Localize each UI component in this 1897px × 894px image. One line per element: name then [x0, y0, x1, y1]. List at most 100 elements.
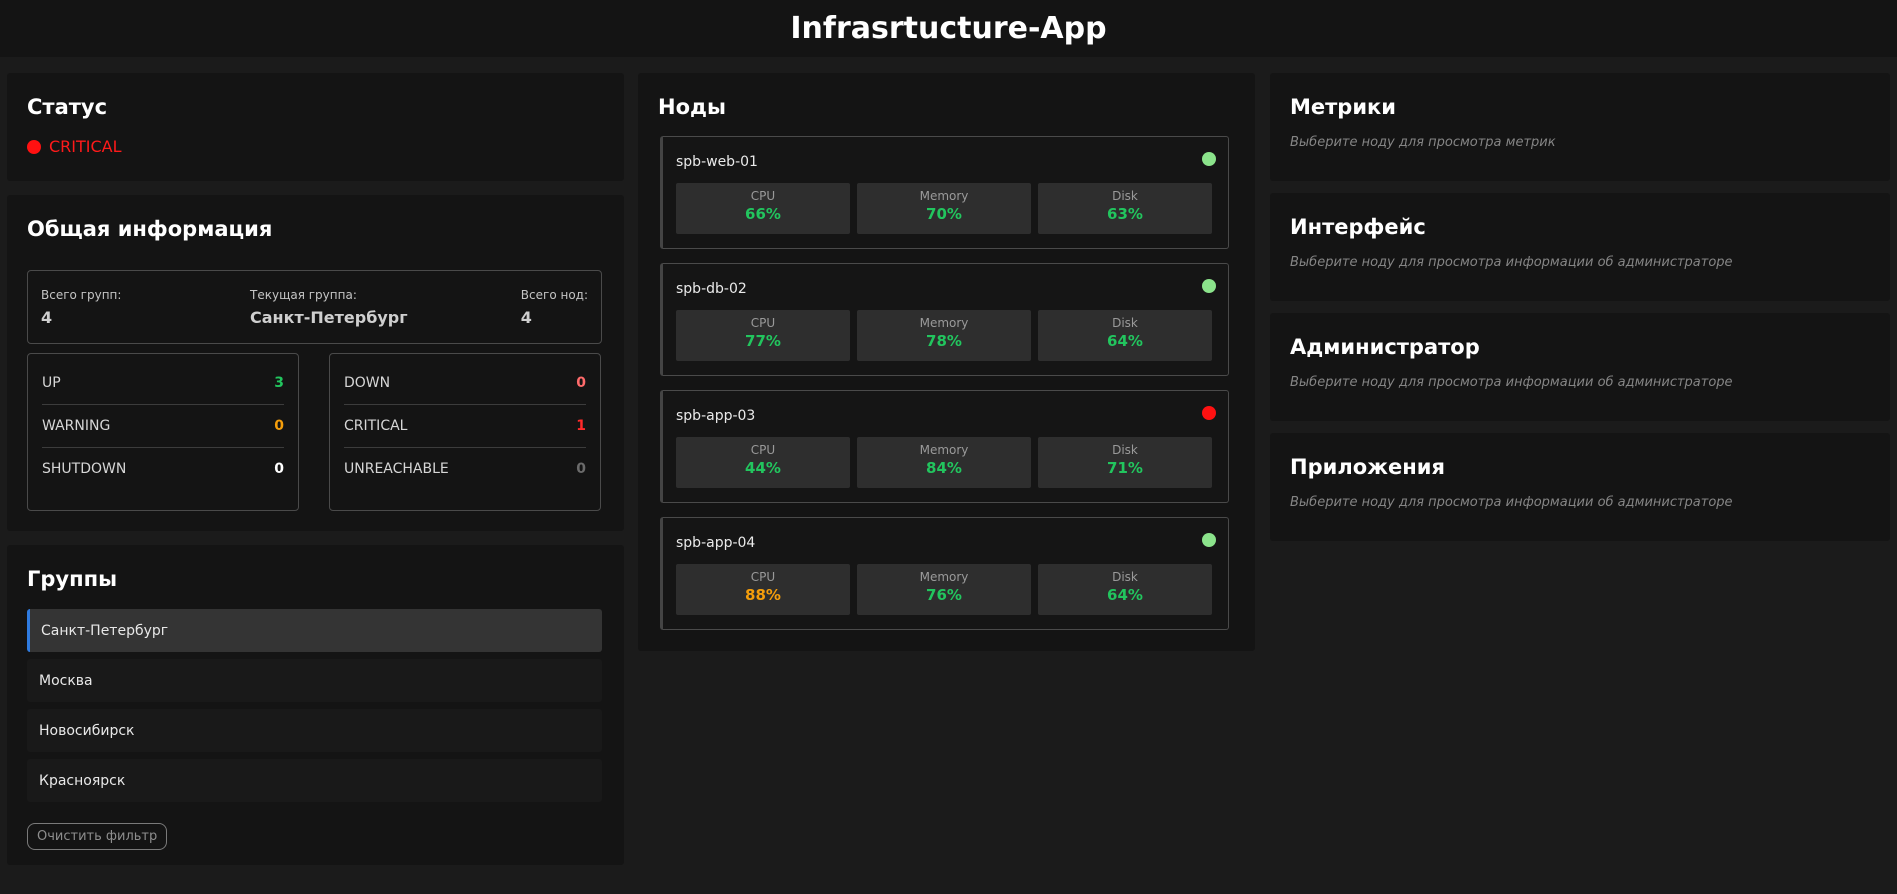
count-label: UP: [42, 375, 61, 391]
metric-cpu: CPU 44%: [676, 437, 850, 488]
metric-disk: Disk 71%: [1038, 437, 1212, 488]
metric-value: 76%: [926, 586, 962, 604]
node-card[interactable]: spb-app-03 CPU 44% Memory 84% Disk 71%: [660, 390, 1229, 503]
count-value: 0: [274, 418, 284, 434]
node-status-dot-icon: [1202, 152, 1216, 166]
status-counts-right: DOWN 0 CRITICAL 1 UNREACHABLE 0: [329, 353, 601, 511]
apps-panel: Приложения Выберите ноду для просмотра и…: [1270, 433, 1890, 541]
metric-value: 78%: [926, 332, 962, 350]
count-value: 1: [576, 418, 586, 434]
status-dot-icon: [27, 139, 41, 154]
count-row-critical: CRITICAL 1: [344, 405, 586, 448]
general-info-title: Общая информация: [27, 217, 273, 241]
metric-value: 77%: [745, 332, 781, 350]
count-label: DOWN: [344, 375, 391, 391]
group-item[interactable]: Красноярск: [27, 759, 602, 802]
metric-memory: Memory 84%: [857, 437, 1031, 488]
metric-disk: Disk 63%: [1038, 183, 1212, 234]
app-title: Infrasrtucture-App: [790, 11, 1107, 46]
nodes-panel: Ноды spb-web-01 CPU 66% Memory 70% Disk …: [638, 73, 1255, 651]
metric-cpu: CPU 66%: [676, 183, 850, 234]
node-name: spb-app-03: [676, 408, 756, 424]
node-list: spb-web-01 CPU 66% Memory 70% Disk 63% s…: [660, 136, 1229, 644]
metric-disk: Disk 64%: [1038, 310, 1212, 361]
admin-hint: Выберите ноду для просмотра информации о…: [1290, 375, 1733, 390]
count-label: WARNING: [42, 418, 111, 434]
status-indicator: CRITICAL: [27, 137, 122, 156]
metric-value: 64%: [1107, 332, 1143, 350]
metric-memory: Memory 76%: [857, 564, 1031, 615]
metric-label: Memory: [919, 443, 969, 457]
metric-label: Memory: [919, 570, 969, 584]
interface-panel: Интерфейс Выберите ноду для просмотра ин…: [1270, 193, 1890, 301]
group-item[interactable]: Москва: [27, 659, 602, 702]
total-nodes-value: 4: [520, 308, 532, 327]
metric-disk: Disk 64%: [1038, 564, 1212, 615]
metric-value: 70%: [926, 205, 962, 223]
count-row-shutdown: SHUTDOWN 0: [42, 448, 284, 490]
node-metrics: CPU 44% Memory 84% Disk 71%: [676, 437, 1212, 488]
count-value: 0: [274, 461, 284, 477]
metric-value: 88%: [745, 586, 781, 604]
node-status-dot-icon: [1202, 533, 1216, 547]
node-name: spb-app-04: [676, 535, 756, 551]
count-value: 3: [274, 375, 284, 391]
group-item[interactable]: Новосибирск: [27, 709, 602, 752]
metric-value: 84%: [926, 459, 962, 477]
metric-label: CPU: [750, 443, 776, 457]
status-value: CRITICAL: [49, 137, 122, 156]
node-status-dot-icon: [1202, 279, 1216, 293]
groups-panel: Группы Санкт-Петербург Москва Новосибирс…: [7, 545, 624, 865]
interface-title: Интерфейс: [1290, 215, 1426, 239]
node-name: spb-web-01: [676, 154, 758, 170]
status-panel: Статус CRITICAL: [7, 73, 624, 181]
metric-value: 64%: [1107, 586, 1143, 604]
count-row-down: DOWN 0: [344, 362, 586, 405]
dashboard-layout: Статус CRITICAL Общая информация Всего г…: [0, 57, 1897, 894]
admin-title: Администратор: [1290, 335, 1480, 359]
count-value: 0: [576, 375, 586, 391]
metric-label: Memory: [919, 189, 969, 203]
node-card[interactable]: spb-web-01 CPU 66% Memory 70% Disk 63%: [660, 136, 1229, 249]
status-title: Статус: [27, 95, 108, 119]
node-metrics: CPU 77% Memory 78% Disk 64%: [676, 310, 1212, 361]
count-row-unreachable: UNREACHABLE 0: [344, 448, 586, 490]
total-nodes: Всего нод: 4: [521, 288, 588, 327]
node-metrics: CPU 66% Memory 70% Disk 63%: [676, 183, 1212, 234]
metric-value: 63%: [1107, 205, 1143, 223]
metric-cpu: CPU 77%: [676, 310, 850, 361]
apps-hint: Выберите ноду для просмотра информации о…: [1290, 495, 1733, 510]
count-label: UNREACHABLE: [344, 461, 449, 477]
current-group-value: Санкт-Петербург: [250, 308, 408, 327]
metric-label: CPU: [750, 570, 776, 584]
clear-filter-button[interactable]: Очистить фильтр: [27, 823, 168, 850]
status-counts-left: UP 3 WARNING 0 SHUTDOWN 0: [27, 353, 299, 511]
metric-label: Disk: [1112, 316, 1138, 330]
metric-memory: Memory 78%: [857, 310, 1031, 361]
node-name: spb-db-02: [676, 281, 747, 297]
node-card[interactable]: spb-app-04 CPU 88% Memory 76% Disk 64%: [660, 517, 1229, 630]
count-value: 0: [576, 461, 586, 477]
nodes-title: Ноды: [658, 95, 726, 119]
metric-label: Disk: [1112, 570, 1138, 584]
metrics-title: Метрики: [1290, 95, 1397, 119]
current-group-label: Текущая группа:: [250, 288, 357, 302]
apps-title: Приложения: [1290, 455, 1445, 479]
metric-cpu: CPU 88%: [676, 564, 850, 615]
total-groups-label: Всего групп:: [41, 288, 122, 302]
metric-label: CPU: [750, 316, 776, 330]
count-label: CRITICAL: [344, 418, 408, 434]
metric-label: Memory: [919, 316, 969, 330]
metric-value: 44%: [745, 459, 781, 477]
metrics-hint: Выберите ноду для просмотра метрик: [1290, 135, 1556, 150]
metric-label: Disk: [1112, 189, 1138, 203]
node-status-dot-icon: [1202, 406, 1216, 420]
group-list: Санкт-Петербург Москва Новосибирск Красн…: [27, 609, 602, 809]
group-item[interactable]: Санкт-Петербург: [27, 609, 602, 652]
metrics-panel: Метрики Выберите ноду для просмотра метр…: [1270, 73, 1890, 181]
count-row-warning: WARNING 0: [42, 405, 284, 448]
current-group: Текущая группа: Санкт-Петербург: [250, 288, 408, 327]
metric-memory: Memory 70%: [857, 183, 1031, 234]
node-card[interactable]: spb-db-02 CPU 77% Memory 78% Disk 64%: [660, 263, 1229, 376]
general-info-panel: Общая информация Всего групп: 4 Текущая …: [7, 195, 624, 531]
